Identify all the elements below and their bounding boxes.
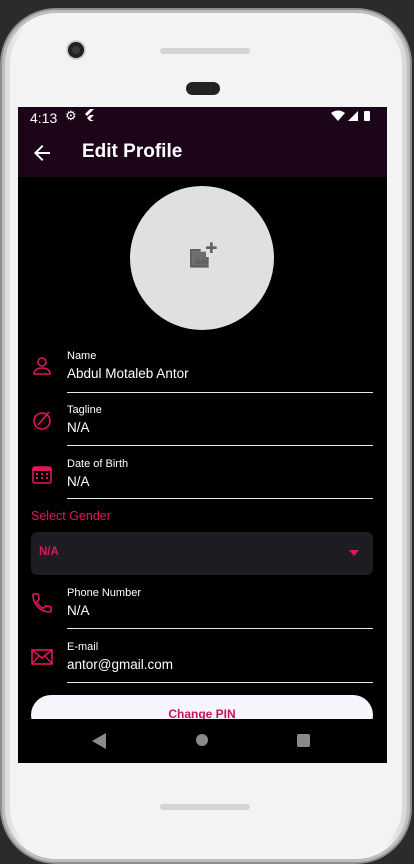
date-of-birth-label: Date of Birth [67,458,129,470]
tagline-underline [67,445,373,446]
nav-recents-icon[interactable] [297,734,310,747]
email-underline [67,682,373,683]
phone-bottom-slot [160,804,250,810]
back-button[interactable] [30,141,54,165]
wifi-icon [331,110,345,121]
name-field[interactable]: Name Abdul Motaleb Antor [30,350,373,404]
status-bar: 4:13 ⚙ [18,107,387,129]
name-underline [67,392,373,393]
tagline-field[interactable]: Tagline N/A [30,404,373,458]
app-screen: 4:13 ⚙ Edit Profile Name Abdul Motaleb A… [18,107,387,763]
settings-status-icon: ⚙ [65,109,77,124]
date-of-birth-field[interactable]: Date of Birth N/A [30,458,373,512]
chevron-down-icon [349,550,359,556]
gender-label: Select Gender [31,509,111,523]
back-arrow-icon [34,145,50,161]
phone-number-field[interactable]: Phone Number N/A [30,587,373,641]
app-bar: Edit Profile [18,129,387,177]
phone-top-slot [160,48,250,54]
gender-dropdown[interactable]: N/A [31,532,373,575]
nav-back-icon[interactable] [92,733,106,749]
email-value: antor@gmail.com [67,657,173,672]
gender-selected-value: N/A [39,546,59,558]
add-photo-icon [190,242,217,268]
phone-icon [32,593,52,613]
signal-icon [348,111,358,121]
phone-earpiece [186,82,220,95]
status-system-icons [331,110,375,125]
page-title: Edit Profile [82,141,183,162]
email-icon [31,649,53,665]
calendar-icon [32,466,52,484]
system-navigation-bar [18,719,387,763]
date-of-birth-underline [67,498,373,499]
name-label: Name [67,350,97,362]
tagline-value: N/A [67,420,90,435]
battery-icon [364,111,370,121]
flutter-status-icon [84,109,94,125]
email-label: E-mail [67,641,99,653]
person-icon [33,357,51,375]
profile-photo-picker[interactable] [130,186,274,330]
nav-home-icon[interactable] [196,734,208,746]
tagline-label: Tagline [67,404,102,416]
email-field[interactable]: E-mail antor@gmail.com [30,641,373,695]
phone-number-value: N/A [67,603,90,618]
phone-number-label: Phone Number [67,587,141,599]
date-of-birth-value: N/A [67,474,90,489]
name-value: Abdul Motaleb Antor [67,366,189,381]
tagline-icon [33,411,51,430]
front-camera [68,42,84,58]
phone-number-underline [67,628,373,629]
status-time: 4:13 [30,110,58,126]
